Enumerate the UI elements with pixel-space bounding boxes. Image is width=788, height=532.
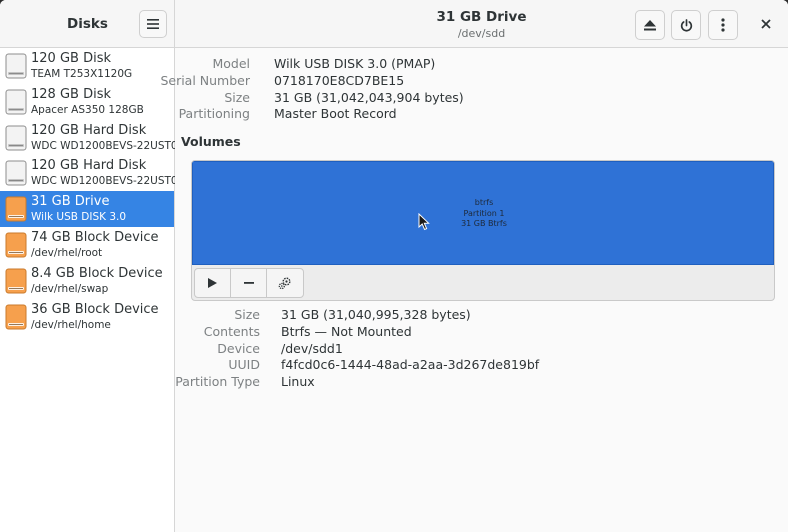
property-label: Size xyxy=(234,307,260,322)
drive-properties: Model Wilk USB DISK 3.0 (PMAP) Serial Numb… xyxy=(160,56,775,123)
disk-subtitle: /dev/rhel/home xyxy=(31,318,111,331)
disk-name: 74 GB Block Device xyxy=(31,229,159,245)
block-device-icon xyxy=(5,268,27,294)
property-value: 31 GB (31,040,995,328 bytes) xyxy=(281,307,471,322)
sidebar-disk-item[interactable]: 8.4 GB Block Device/dev/rhel/swap xyxy=(0,263,174,299)
header-bar: 31 GB Drive /dev/sdd xyxy=(175,0,788,48)
property-label: Partitioning xyxy=(178,106,250,122)
property-label: Device xyxy=(217,340,260,356)
disk-subtitle: Apacer AS350 128GB xyxy=(31,103,144,116)
partition-properties: Size 31 GB (31,040,995,328 bytes) Contents… xyxy=(175,307,775,391)
mouse-pointer-icon xyxy=(418,213,430,231)
eject-button[interactable] xyxy=(635,10,665,40)
sidebar-disk-item[interactable]: 31 GB Drive Wilk USB DISK 3.0 xyxy=(0,191,174,227)
sidebar-disk-item[interactable]: 120 GB Hard Disk WDC WD1200BEVS-22UST0 xyxy=(0,155,178,191)
usb-drive-icon xyxy=(5,196,27,222)
vertical-dots-icon xyxy=(721,18,725,32)
property-value: Master Boot Record xyxy=(274,106,397,122)
partition-1-block[interactable]: btrfs Partition 1 31 GB Btrfs xyxy=(192,161,774,265)
property-row: Contents Btrfs — Not Mounted xyxy=(175,324,775,341)
disk-name: 8.4 GB Block Device xyxy=(31,265,163,281)
sidebar: Disks 120 GB Disk TEAM T253X1120G 128 GB D… xyxy=(0,0,178,532)
property-row: Partition Type Linux xyxy=(175,374,775,391)
partition-name-label: Partition 1 xyxy=(463,208,505,218)
sidebar-disk-item[interactable]: 120 GB Hard Disk WDC WD1200BEVS-22UST0 xyxy=(0,120,178,156)
hard-disk-icon xyxy=(5,53,27,79)
property-value: f4fcd0c6-1444-48ad-a2aa-3d267de819bf xyxy=(281,357,540,373)
property-row: Size 31 GB (31,042,043,904 bytes) xyxy=(175,90,775,107)
sidebar-disk-item[interactable]: 128 GB Disk Apacer AS350 128GB xyxy=(0,84,174,120)
hamburger-icon xyxy=(147,19,159,29)
property-label: Contents xyxy=(203,323,260,339)
property-label: Size xyxy=(224,89,250,105)
volumes-panel: btrfs Partition 1 31 GB Btrfs xyxy=(191,160,775,301)
play-icon xyxy=(208,278,217,288)
disk-list: 120 GB Disk TEAM T253X1120G 128 GB Disk Apa… xyxy=(0,48,178,335)
property-value: 31 GB (31,042,043,904 bytes) xyxy=(274,89,464,105)
property-value: Btrfs — Not Mounted xyxy=(281,323,412,339)
property-label: UUID xyxy=(228,357,260,373)
property-label: Model xyxy=(212,56,250,71)
hard-disk-icon xyxy=(5,89,27,115)
property-label: Partition Type xyxy=(175,374,260,390)
disk-name: 120 GB Hard Disk xyxy=(31,122,147,138)
property-label: Serial Number xyxy=(160,72,250,88)
close-icon xyxy=(761,19,771,29)
property-row: Partitioning Master Boot Record xyxy=(175,106,775,123)
menu-button[interactable] xyxy=(139,10,167,38)
disk-name: 36 GB Block Device xyxy=(31,301,159,317)
disk-name: 120 GB Disk xyxy=(31,51,111,66)
property-row: Serial Number 0718170E8CD7BE15 xyxy=(160,72,775,90)
hard-disk-icon xyxy=(5,125,27,151)
sidebar-disk-item[interactable]: 36 GB Block Device/dev/rhel/home xyxy=(0,299,174,335)
disk-subtitle: WDC WD1200BEVS-22UST0 xyxy=(31,139,178,152)
disk-subtitle: TEAM T253X1120G xyxy=(31,68,133,80)
disks-window: Disks 120 GB Disk TEAM T253X1120G 128 GB D… xyxy=(0,0,788,532)
block-device-icon xyxy=(5,232,27,258)
property-value: /dev/sdd1 xyxy=(281,340,343,356)
sidebar-disk-item[interactable]: 120 GB Disk TEAM T253X1120G xyxy=(0,48,174,84)
disk-subtitle: WDC WD1200BEVS-22UST0 xyxy=(31,175,178,188)
property-row: Size 31 GB (31,040,995,328 bytes) xyxy=(175,307,775,324)
property-value: Wilk USB DISK 3.0 (PMAP) xyxy=(274,56,436,71)
disk-subtitle: /dev/rhel/root xyxy=(31,246,103,259)
delete-partition-button[interactable] xyxy=(231,269,267,297)
volumes-heading: Volumes xyxy=(181,134,241,149)
sidebar-header: Disks xyxy=(0,0,174,48)
block-device-icon xyxy=(5,304,27,330)
sidebar-disk-item[interactable]: 74 GB Block Device/dev/rhel/root xyxy=(0,227,174,263)
hard-disk-icon xyxy=(5,160,27,186)
mount-button[interactable] xyxy=(195,269,231,297)
property-row: UUID f4fcd0c6-1444-48ad-a2aa-3d267de819bf xyxy=(175,357,775,374)
minus-icon xyxy=(243,282,254,284)
property-row: Device/dev/sdd1 xyxy=(175,341,775,358)
disk-name: 120 GB Hard Disk xyxy=(31,158,147,174)
property-row: Model Wilk USB DISK 3.0 (PMAP) xyxy=(175,56,775,73)
close-button[interactable] xyxy=(754,12,778,36)
disk-name: 31 GB Drive xyxy=(31,194,110,210)
disk-name: 128 GB Disk xyxy=(31,86,111,102)
gears-icon xyxy=(278,277,291,289)
partition-size-label: 31 GB Btrfs xyxy=(461,219,507,228)
disk-subtitle: /dev/rhel/swap xyxy=(31,282,109,295)
drive-options-button[interactable] xyxy=(708,10,738,40)
property-value: 0718170E8CD7BE15 xyxy=(274,72,405,88)
power-off-button[interactable] xyxy=(671,10,701,40)
power-icon xyxy=(680,18,692,32)
disk-subtitle: Wilk USB DISK 3.0 xyxy=(31,211,127,224)
partition-options-button[interactable] xyxy=(267,269,303,297)
volume-toolbar xyxy=(194,268,304,298)
partition-fs-label: btrfs xyxy=(474,198,494,207)
main-panel: 31 GB Drive /dev/sdd Model Wilk USB DISK… xyxy=(160,0,788,532)
eject-icon xyxy=(644,19,656,30)
property-value: Linux xyxy=(281,374,315,390)
